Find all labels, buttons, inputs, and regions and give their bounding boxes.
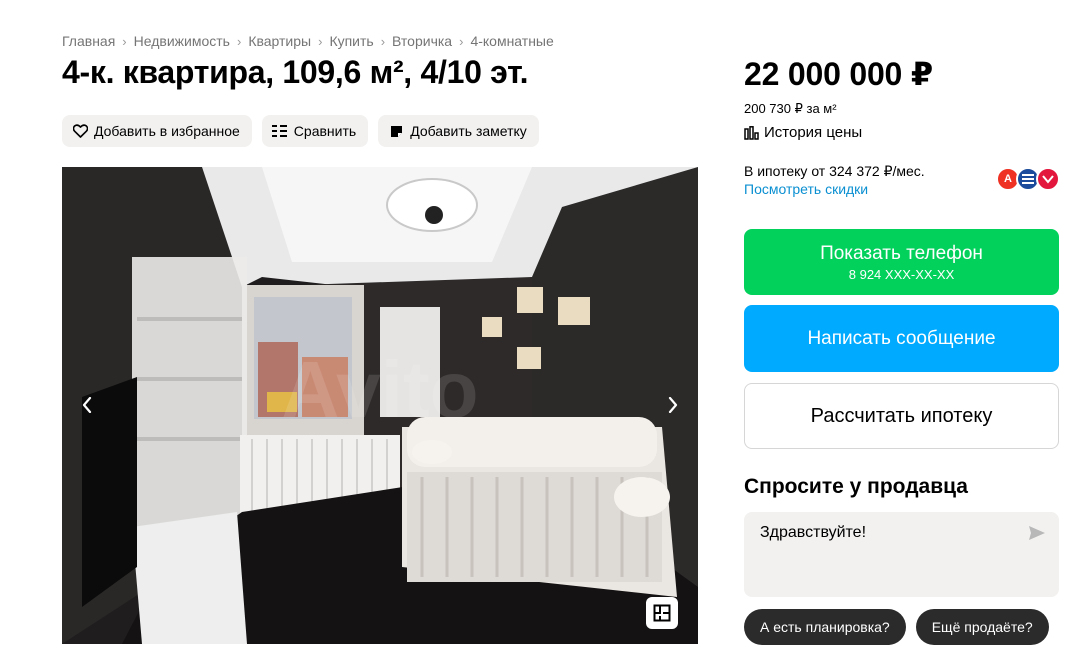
photo-gallery[interactable]: Avito <box>62 167 698 644</box>
note-icon <box>388 123 404 139</box>
add-note-button[interactable]: Добавить заметку <box>378 115 539 147</box>
chevron-right-icon: › <box>380 33 386 49</box>
breadcrumb-item-4-rooms[interactable]: 4-комнатные <box>470 33 553 49</box>
add-to-favorites-label: Добавить в избранное <box>94 123 240 139</box>
bank-logos: А <box>996 167 1060 191</box>
price-per-m2: 200 730 ₽ за м² <box>744 101 837 116</box>
ask-seller-title: Спросите у продавца <box>744 475 968 498</box>
bar-chart-icon <box>744 125 759 140</box>
compare-button[interactable]: Сравнить <box>261 115 369 147</box>
mortgage-offer-text: В ипотеку от 324 372 ₽/мес. <box>744 163 925 179</box>
heart-icon <box>72 123 88 139</box>
add-note-label: Добавить заметку <box>410 123 527 139</box>
write-message-button[interactable]: Написать сообщение <box>744 305 1059 372</box>
breadcrumb-item-home[interactable]: Главная <box>62 33 115 49</box>
chevron-right-icon: › <box>236 33 242 49</box>
breadcrumb-item-buy[interactable]: Купить <box>329 33 373 49</box>
phone-masked: 8 924 XXX-XX-XX <box>848 266 955 282</box>
price-history-link[interactable]: История цены <box>744 124 862 141</box>
quick-question-chip[interactable]: А есть планировка? <box>744 609 906 645</box>
price-history-label: История цены <box>764 124 863 141</box>
chevron-right-icon: › <box>318 33 323 49</box>
show-phone-button[interactable]: Показать телефон 8 924 XXX-XX-XX <box>744 229 1059 295</box>
room-photo: Avito <box>62 167 698 644</box>
chevron-right-icon <box>668 397 678 413</box>
bank-logo-bank3-icon <box>1036 167 1060 191</box>
breadcrumb-item-realty[interactable]: Недвижимость <box>134 33 230 49</box>
gallery-prev-button[interactable] <box>72 390 102 420</box>
ask-seller-box <box>744 512 1059 597</box>
chevron-right-icon: › <box>459 33 464 49</box>
gallery-next-button[interactable] <box>658 390 688 420</box>
view-discounts-link[interactable]: Посмотреть скидки <box>744 181 868 197</box>
floor-plan-icon <box>653 604 671 622</box>
gallery-watermark: Avito <box>281 345 478 434</box>
calculate-mortgage-button[interactable]: Рассчитать ипотеку <box>744 383 1059 449</box>
send-button[interactable] <box>1027 524 1047 542</box>
floor-plan-button[interactable] <box>646 597 678 629</box>
show-phone-label: Показать телефон <box>820 242 983 264</box>
compare-icon <box>272 123 288 139</box>
listing-actions: Добавить в избранное Сравнить Добавить з… <box>62 115 539 147</box>
breadcrumb-item-apartments[interactable]: Квартиры <box>248 33 311 49</box>
send-icon <box>1029 526 1045 540</box>
chevron-left-icon <box>82 397 92 413</box>
price-total: 22 000 000 ₽ <box>744 56 933 92</box>
quick-question-chip[interactable]: Ещё продаёте? <box>915 609 1049 645</box>
ask-seller-input[interactable] <box>760 524 1010 542</box>
compare-label: Сравнить <box>293 123 357 139</box>
chevron-right-icon: › <box>122 33 127 49</box>
quick-questions: А есть планировка? Ещё продаёте? <box>744 609 1049 645</box>
add-to-favorites-button[interactable]: Добавить в избранное <box>62 115 252 147</box>
listing-title: 4-к. квартира, 109,6 м², 4/10 эт. <box>62 54 529 90</box>
breadcrumb: Главная › Недвижимость › Квартиры › Купи… <box>62 33 554 49</box>
breadcrumb-item-secondary[interactable]: Вторичка <box>392 33 452 49</box>
